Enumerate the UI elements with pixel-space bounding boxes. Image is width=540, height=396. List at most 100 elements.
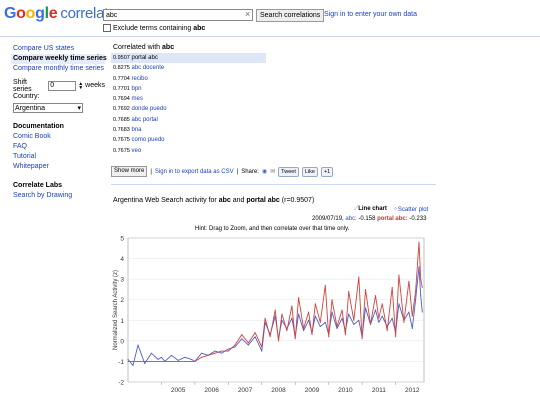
data-point bbox=[132, 365, 134, 367]
shift-weeks-input[interactable]: 0 bbox=[48, 80, 77, 91]
data-point bbox=[201, 352, 203, 354]
y-tick-label: 4 bbox=[120, 256, 124, 263]
data-point bbox=[353, 319, 355, 321]
result-row[interactable]: 0.7675 veo bbox=[111, 146, 266, 156]
result-row[interactable]: 0.7701 bpn bbox=[111, 84, 266, 94]
y-tick-label: -2 bbox=[118, 380, 124, 387]
data-point bbox=[364, 307, 366, 309]
doc-link-whitepaper[interactable]: Whitepaper bbox=[13, 162, 105, 172]
result-term[interactable]: donde puedo bbox=[132, 106, 167, 112]
hover-a-value: -0.158 bbox=[358, 216, 376, 222]
data-point bbox=[418, 266, 420, 268]
data-point bbox=[207, 354, 209, 356]
data-point bbox=[420, 295, 422, 297]
data-point bbox=[221, 352, 223, 354]
clear-search-icon[interactable]: × bbox=[245, 9, 250, 19]
line-chart-option[interactable]: ⟋Line chart bbox=[354, 206, 387, 213]
doc-link-tutorial[interactable]: Tutorial bbox=[13, 152, 105, 162]
result-row[interactable]: 0.7704 recibo bbox=[111, 74, 266, 84]
x-tick-label: 2011 bbox=[372, 387, 386, 394]
chart-title-r: (r=0.9507) bbox=[281, 197, 315, 204]
data-point bbox=[358, 276, 360, 278]
shift-spinner-icon[interactable]: ▲ ▼ bbox=[78, 81, 83, 90]
results-toolbar: Show more | Sign in to export data as CS… bbox=[111, 166, 334, 177]
data-point bbox=[241, 334, 243, 336]
result-term[interactable]: portal abc bbox=[132, 55, 158, 61]
result-row[interactable]: 0.9507 portal abc bbox=[111, 53, 266, 64]
data-point bbox=[314, 303, 316, 305]
data-point bbox=[341, 309, 343, 311]
data-point bbox=[184, 356, 186, 358]
share-google-icon[interactable]: ◉ bbox=[262, 168, 267, 175]
result-term[interactable]: abc portal bbox=[132, 117, 158, 123]
result-term[interactable]: bpn bbox=[132, 86, 142, 92]
data-point bbox=[303, 328, 305, 330]
result-row[interactable]: 0.7683 bna bbox=[111, 125, 266, 135]
x-tick-label: 2006 bbox=[204, 387, 219, 394]
data-point bbox=[303, 330, 305, 332]
data-point bbox=[381, 315, 383, 317]
data-point bbox=[319, 321, 321, 323]
data-point bbox=[177, 359, 179, 361]
result-row[interactable]: 0.7675 como puedo bbox=[111, 135, 266, 145]
line-chart-label: Line chart bbox=[358, 206, 387, 212]
data-point bbox=[214, 350, 216, 352]
google-correlate-logo[interactable]: Google correlate bbox=[4, 5, 116, 23]
data-point bbox=[395, 336, 397, 338]
exclude-checkbox[interactable] bbox=[103, 24, 111, 32]
data-point bbox=[278, 340, 280, 342]
exclude-terms-option[interactable]: Exclude terms containing abc bbox=[103, 24, 205, 32]
labs-heading: Correlate Labs bbox=[13, 182, 63, 189]
data-point bbox=[184, 360, 186, 362]
data-point bbox=[378, 317, 380, 319]
results-heading: Correlated with abc bbox=[111, 43, 266, 53]
chart-title: Argentina Web Search activity for abc an… bbox=[113, 197, 314, 204]
data-point bbox=[324, 284, 326, 286]
data-point bbox=[415, 290, 417, 292]
labs-link-search-by-drawing[interactable]: Search by Drawing bbox=[13, 191, 105, 201]
data-point bbox=[201, 356, 203, 358]
data-point bbox=[127, 358, 129, 360]
data-point bbox=[234, 344, 236, 346]
sidebar-item-compare-weekly[interactable]: Compare weekly time series bbox=[11, 54, 107, 64]
data-point bbox=[227, 350, 229, 352]
data-point bbox=[311, 334, 313, 336]
signin-link[interactable]: Sign in to enter your own data bbox=[324, 11, 417, 18]
data-point bbox=[194, 360, 196, 362]
result-term[interactable]: recibo bbox=[132, 76, 148, 82]
doc-link-faq[interactable]: FAQ bbox=[13, 142, 105, 152]
y-axis-label: Normalized Search Activity (z) bbox=[113, 270, 119, 350]
documentation-heading: Documentation bbox=[13, 123, 64, 130]
result-term[interactable]: como puedo bbox=[132, 137, 165, 143]
result-term[interactable]: bna bbox=[132, 127, 142, 133]
data-point bbox=[227, 348, 229, 350]
export-csv-link[interactable]: Sign in to export data as CSV bbox=[155, 169, 234, 175]
data-point bbox=[415, 299, 417, 301]
sidebar-item-compare-monthly[interactable]: Compare monthly time series bbox=[13, 64, 105, 74]
country-select[interactable]: Argentina ▾ bbox=[13, 103, 83, 113]
sidebar-item-compare-us-states[interactable]: Compare US states bbox=[13, 44, 105, 54]
time-series-chart[interactable]: -2 -1 0 1 2 3 4 5 2005 2006 2007 2008 2009 2010 2011 20… bbox=[108, 232, 430, 396]
data-point bbox=[269, 336, 271, 338]
data-point bbox=[336, 328, 338, 330]
data-point bbox=[411, 328, 413, 330]
plus-one-button[interactable]: +1 bbox=[320, 166, 334, 177]
result-row[interactable]: 0.7692 donde puedo bbox=[111, 104, 266, 114]
scatter-plot-option[interactable]: ⁘Scatter plot bbox=[393, 206, 428, 213]
shift-series-control: Shift series 0 ▲ ▼ weeks bbox=[13, 79, 105, 93]
tweet-button[interactable]: Tweet bbox=[278, 166, 299, 177]
doc-link-comic-book[interactable]: Comic Book bbox=[13, 132, 105, 142]
share-email-icon[interactable]: ✉ bbox=[270, 168, 275, 175]
chart-title-prefix: Argentina Web Search activity for bbox=[113, 197, 217, 204]
result-term[interactable]: mes bbox=[132, 96, 143, 102]
result-row[interactable]: 0.8275 abc docente bbox=[111, 63, 266, 73]
search-input[interactable] bbox=[103, 9, 253, 21]
result-row[interactable]: 0.7694 mes bbox=[111, 94, 266, 104]
result-term[interactable]: veo bbox=[132, 148, 142, 154]
result-row[interactable]: 0.7685 abc portal bbox=[111, 115, 266, 125]
facebook-like-button[interactable]: Like bbox=[301, 166, 318, 177]
search-correlations-button[interactable]: Search correlations bbox=[256, 9, 325, 22]
data-point bbox=[314, 315, 316, 317]
show-more-button[interactable]: Show more bbox=[111, 166, 148, 177]
result-term[interactable]: abc docente bbox=[132, 65, 165, 71]
